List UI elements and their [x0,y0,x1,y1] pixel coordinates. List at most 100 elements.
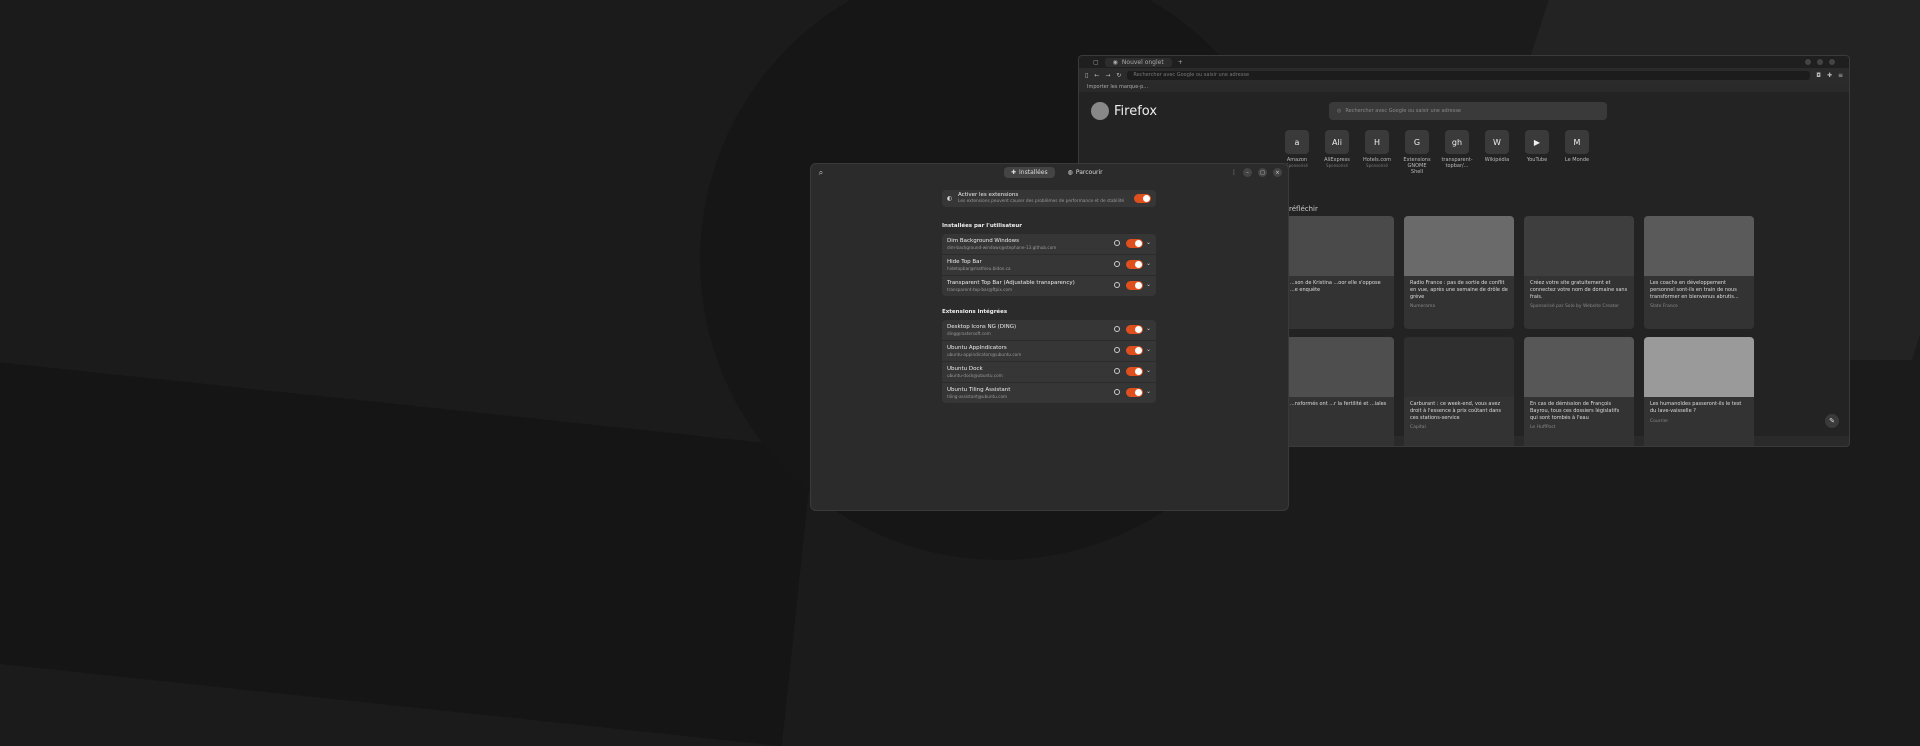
tab-new-tab[interactable]: ◉ Nouvel onglet [1104,57,1172,67]
settings-gear-icon[interactable] [1114,368,1120,374]
top-site-label: Extensions GNOME Shell [1403,157,1431,175]
extensions-window: ⌕ ✚ Installées ◍ Parcourir ⋮ – □ × ◐ Act… [810,163,1289,511]
story-card[interactable]: ...nsformés ont ...r la fertilité et ...… [1284,337,1394,446]
maximize-button[interactable] [1817,59,1823,65]
chevron-down-icon[interactable]: ⌄ [1146,346,1151,353]
new-tab-plus-icon[interactable]: + [1178,59,1183,66]
extension-row: Transparent Top Bar (Adjustable transpar… [942,276,1156,296]
top-site[interactable]: H Hotels.com Sponsorisé [1363,130,1391,175]
maximize-button[interactable]: □ [1258,168,1267,177]
extension-name: Ubuntu Tiling Assistant [947,387,1011,393]
extensions-icon[interactable]: ✚ [1827,72,1832,79]
tab-list-icon[interactable]: ▢ [1093,59,1099,66]
top-site[interactable]: Ali AliExpress Sponsorisé [1323,130,1351,175]
extension-toggle[interactable] [1126,346,1143,355]
newtab-search-input[interactable]: ◎ Rechercher avec Google ou saisir une a… [1329,102,1607,120]
firefox-logo-icon [1091,102,1109,120]
story-card[interactable]: ...son de Kristina ...oor elle s'oppose … [1284,216,1394,329]
story-card[interactable]: Créez votre site gratuitement et connect… [1524,216,1634,329]
extension-uuid: ubuntu-dock@ubuntu.com [947,373,1003,378]
tab-installed[interactable]: ✚ Installées [1004,167,1055,178]
story-source: Courrier [1650,418,1669,424]
story-image [1644,216,1754,276]
firefox-tab-icon: ◉ [1112,58,1118,66]
story-source: Sponsorisé par Solo by Website Creator [1530,304,1620,310]
extension-toggle[interactable] [1126,239,1143,248]
top-site[interactable]: W Wikipédia [1483,130,1511,175]
firefox-tab-bar: ▢ ◉ Nouvel onglet + [1079,56,1849,68]
google-icon: ◎ [1337,108,1342,114]
enable-extensions-toggle[interactable] [1134,194,1151,203]
import-bookmarks-link[interactable]: Importer les marque-p... [1087,84,1148,90]
extension-uuid: tiling-assistant@ubuntu.com [947,394,1008,399]
extension-uuid: hidetopbar@mathieu.bidon.ca [947,266,1011,271]
lemonde-icon: M [1565,130,1589,154]
forward-icon[interactable]: → [1105,72,1110,79]
search-icon[interactable]: ⌕ [815,167,827,179]
extension-toggle[interactable] [1126,367,1143,376]
builtin-section-title: Extensions intégrées [942,309,1008,315]
story-card[interactable]: En cas de démission de François Bayrou, … [1524,337,1634,446]
top-site-label: YouTube [1526,157,1548,163]
menu-icon[interactable]: ≡ [1838,72,1843,79]
extension-toggle[interactable] [1126,281,1143,290]
settings-gear-icon[interactable] [1114,282,1120,288]
story-card[interactable]: Radio France : pas de sortie de conflit … [1404,216,1514,329]
url-bar[interactable]: Rechercher avec Google ou saisir une adr… [1127,70,1811,80]
extension-toggle[interactable] [1126,260,1143,269]
story-text: Les coachs en développement personnel so… [1650,280,1739,300]
story-image [1284,216,1394,276]
extension-toggle[interactable] [1126,388,1143,397]
settings-gear-icon[interactable] [1114,326,1120,332]
chevron-down-icon[interactable]: ⌄ [1146,239,1151,246]
extension-uuid: dim-background-windows@stephane-13.githu… [947,245,1057,250]
edit-pencil-icon[interactable]: ✎ [1825,414,1839,428]
extension-row: Desktop Icons NG (DING) ding@rastersoft.… [942,320,1156,341]
top-site[interactable]: ▶ YouTube [1523,130,1551,175]
settings-gear-icon[interactable] [1114,240,1120,246]
settings-gear-icon[interactable] [1114,261,1120,267]
top-site[interactable]: gh transparent-topbar/... [1441,130,1473,175]
top-site-label: Wikipédia [1484,157,1510,163]
amazon-icon: a [1285,130,1309,154]
sidebar-icon[interactable]: ▯ [1085,72,1088,79]
user-section-title: Installées par l'utilisateur [942,223,1023,229]
top-site-label: Le Monde [1564,157,1590,163]
tab-browse[interactable]: ◍ Parcourir [1061,167,1110,178]
chevron-down-icon[interactable]: ⌄ [1146,388,1151,395]
story-card[interactable]: Carburant : ce week-end, vous avez droit… [1404,337,1514,446]
minimize-button[interactable] [1805,59,1811,65]
story-source: Capital [1410,425,1426,431]
menu-icon[interactable]: ⋮ [1231,169,1237,176]
top-site-label: transparent-topbar/... [1441,157,1473,169]
stories-grid: ...son de Kristina ...oor elle s'oppose … [1284,216,1754,446]
extension-toggle[interactable] [1126,325,1143,334]
close-button[interactable]: × [1273,168,1282,177]
tab-label: Parcourir [1075,169,1103,176]
extension-name: Transparent Top Bar (Adjustable transpar… [947,280,1075,286]
extension-uuid: ding@rastersoft.com [947,331,991,336]
settings-gear-icon[interactable] [1114,347,1120,353]
chevron-down-icon[interactable]: ⌄ [1146,260,1151,267]
minimize-button[interactable]: – [1243,168,1252,177]
newtab-search-placeholder: Rechercher avec Google ou saisir une adr… [1345,108,1462,114]
wallpaper-shape [0,353,814,746]
back-icon[interactable]: ← [1094,72,1099,79]
firefox-brand: Firefox [1091,102,1157,120]
tab-label: Installées [1019,169,1048,176]
story-card[interactable]: Les coachs en développement personnel so… [1644,216,1754,329]
chevron-down-icon[interactable]: ⌄ [1146,325,1151,332]
top-site[interactable]: M Le Monde [1563,130,1591,175]
close-button[interactable] [1829,59,1835,65]
story-card[interactable]: Les humanoïdes passeront-ils le test du … [1644,337,1754,446]
top-site[interactable]: G Extensions GNOME Shell [1403,130,1431,175]
reload-icon[interactable]: ↻ [1116,72,1121,79]
extension-name: Desktop Icons NG (DING) [947,324,1017,330]
settings-gear-icon[interactable] [1114,389,1120,395]
pocket-icon[interactable]: ◘ [1816,72,1821,79]
chevron-down-icon[interactable]: ⌄ [1146,367,1151,374]
chevron-down-icon[interactable]: ⌄ [1146,281,1151,288]
story-text: Carburant : ce week-end, vous avez droit… [1410,401,1502,421]
story-text: Radio France : pas de sortie de conflit … [1410,280,1508,300]
extension-row: Ubuntu AppIndicators ubuntu-appindicator… [942,341,1156,362]
